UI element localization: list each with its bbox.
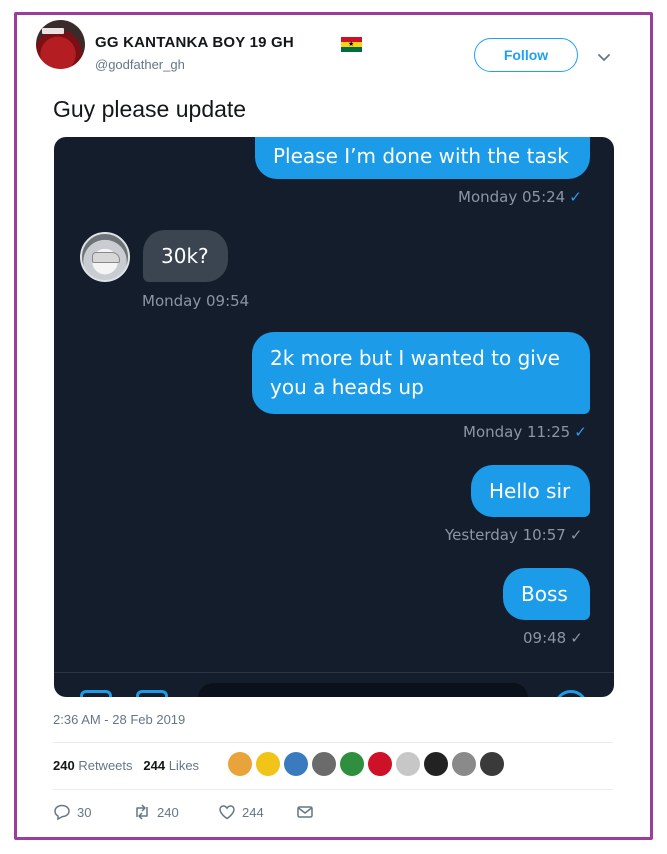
contact-avatar — [80, 232, 130, 282]
author-handle[interactable]: @godfather_gh — [95, 57, 185, 72]
liker-avatar[interactable] — [340, 752, 364, 776]
outgoing-message: Hello sir — [471, 465, 590, 517]
liker-avatar[interactable] — [480, 752, 504, 776]
author-avatar[interactable] — [36, 20, 85, 69]
like-button[interactable]: 244 — [218, 800, 264, 824]
tweet-text: Guy please update — [53, 96, 247, 122]
outgoing-message: Please I’m done with the task — [255, 137, 590, 179]
incoming-message: 30k? — [143, 230, 228, 282]
reply-button[interactable]: 30 — [53, 800, 91, 824]
send-icon — [554, 690, 588, 697]
author-name[interactable]: GG KANTANKA BOY 19 GH — [95, 34, 294, 51]
tweet-stats: 240 Retweets 244 Likes — [53, 758, 199, 773]
message-time: Monday 05:24 ✓ — [458, 188, 582, 206]
outgoing-message: Boss — [503, 568, 590, 620]
camera-icon — [80, 690, 112, 697]
message-time: 09:48 ✓ — [523, 629, 583, 647]
message-text: 30k? — [161, 244, 209, 268]
message-time: Yesterday 10:57 ✓ — [445, 526, 583, 544]
sent-tick-icon: ✓ — [570, 629, 583, 647]
divider — [53, 789, 613, 790]
retweets-label[interactable]: Retweets — [78, 758, 132, 773]
message-text: Please I’m done with the task — [273, 144, 569, 168]
retweet-button[interactable]: 240 — [133, 800, 179, 824]
chevron-down-icon[interactable] — [597, 50, 611, 64]
read-tick-icon: ✓ — [569, 188, 582, 206]
mail-icon — [297, 806, 313, 818]
liker-avatar[interactable] — [452, 752, 476, 776]
liker-avatar[interactable] — [396, 752, 420, 776]
direct-message-button[interactable] — [296, 800, 314, 824]
read-tick-icon: ✓ — [574, 423, 587, 441]
likes-count[interactable]: 244 — [143, 758, 165, 773]
likes-label[interactable]: Likes — [169, 758, 199, 773]
liker-avatar[interactable] — [312, 752, 336, 776]
retweet-count: 240 — [157, 804, 179, 820]
tweet-timestamp[interactable]: 2:36 AM - 28 Feb 2019 — [53, 712, 185, 727]
follow-button[interactable]: Follow — [474, 38, 578, 72]
sent-tick-icon: ✓ — [569, 526, 583, 544]
outgoing-message: 2k more but I wanted to give you a heads… — [252, 332, 590, 414]
message-text: Hello sir — [489, 479, 571, 503]
message-text: Boss — [521, 582, 568, 606]
message-input — [198, 683, 528, 697]
liker-avatar[interactable] — [424, 752, 448, 776]
gallery-icon — [136, 690, 168, 697]
reply-count: 30 — [77, 804, 92, 820]
message-time: Monday 09:54 — [142, 292, 250, 310]
retweets-count[interactable]: 240 — [53, 758, 75, 773]
message-time: Monday 11:25 ✓ — [463, 423, 587, 441]
like-count: 244 — [242, 804, 264, 820]
liker-avatars — [228, 752, 504, 778]
composer-divider — [54, 672, 614, 673]
ghana-flag-icon: ★ — [341, 37, 362, 52]
retweet-icon — [136, 804, 148, 820]
reply-icon — [54, 804, 70, 821]
tweet-media-chat-screenshot[interactable]: Please I’m done with the task Monday 05:… — [54, 137, 614, 697]
heart-icon — [219, 805, 235, 820]
message-text-line: you a heads up — [270, 375, 424, 399]
liker-avatar[interactable] — [284, 752, 308, 776]
liker-avatar[interactable] — [228, 752, 252, 776]
liker-avatar[interactable] — [256, 752, 280, 776]
liker-avatar[interactable] — [368, 752, 392, 776]
divider — [53, 742, 613, 743]
message-text-line: 2k more but I wanted to give — [270, 346, 560, 370]
